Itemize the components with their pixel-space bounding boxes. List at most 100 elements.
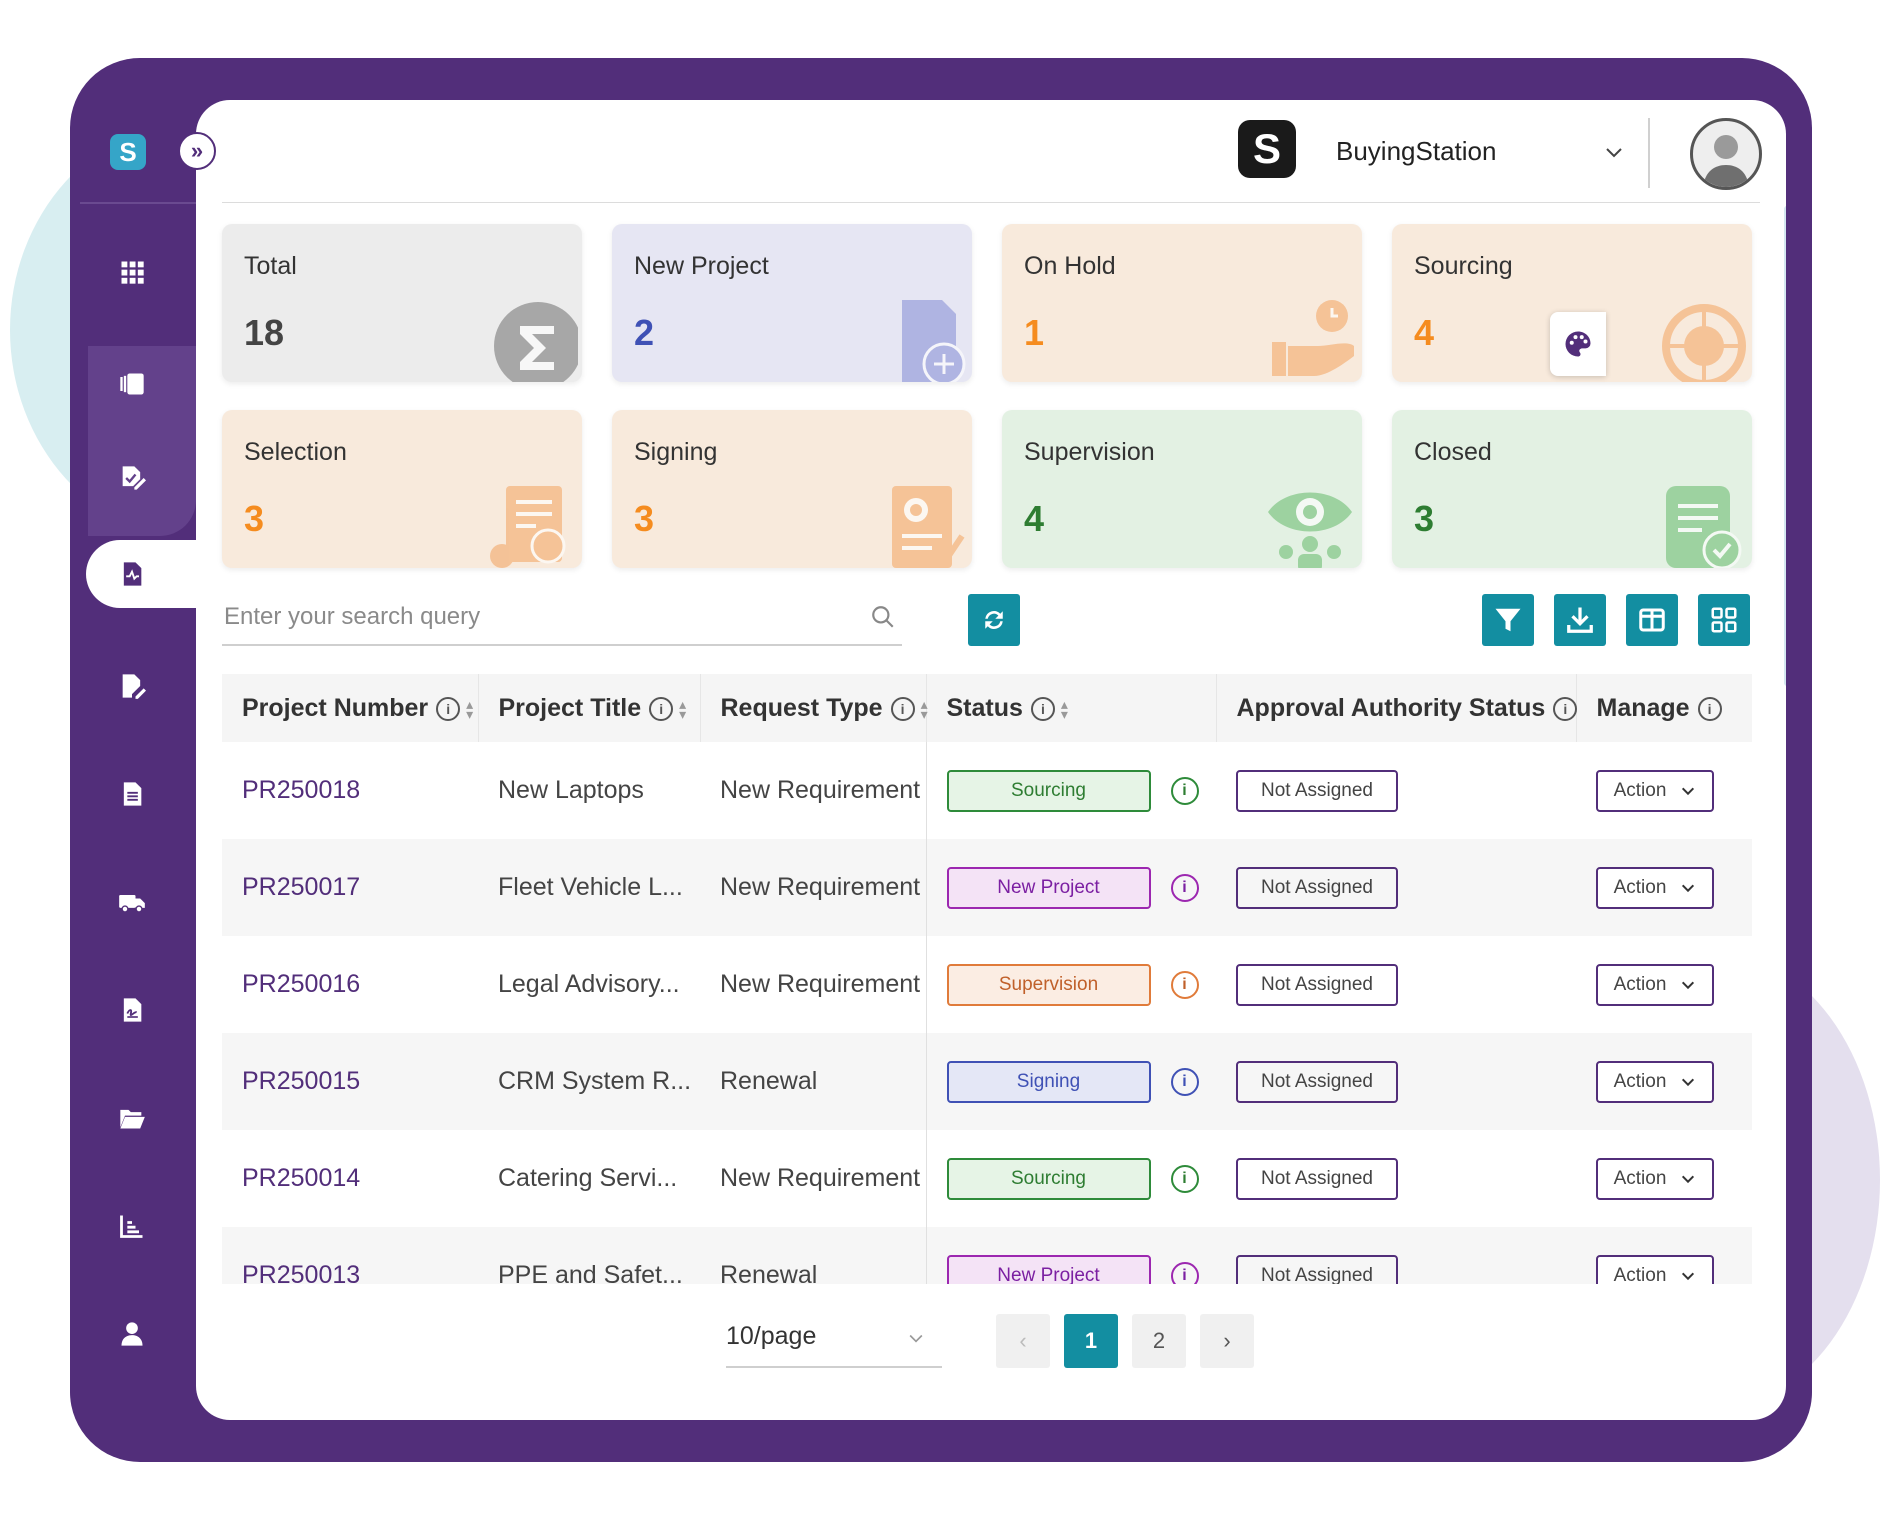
project-number-cell[interactable]: PR250013	[222, 1227, 478, 1284]
download-icon	[1567, 607, 1593, 633]
contract-gear-icon	[892, 486, 965, 568]
action-dropdown-button[interactable]: Action	[1596, 769, 1714, 812]
project-title-cell: New Laptops	[498, 776, 644, 804]
search-icon[interactable]	[870, 604, 896, 630]
table-row[interactable]: PR250018 New Laptops New Requirement Sourci…	[222, 742, 1752, 839]
column-header-status[interactable]: Status i ▴ ▾	[926, 674, 1217, 742]
request-type-cell: Renewal	[700, 1227, 926, 1284]
stat-card-total[interactable]: Total 18	[222, 224, 582, 382]
action-dropdown-button[interactable]: Action	[1596, 1060, 1714, 1103]
card-value: 4	[1024, 498, 1045, 539]
workspace-selector[interactable]: BuyingStation	[1336, 136, 1496, 167]
action-dropdown-button[interactable]: Action	[1596, 1254, 1714, 1284]
sort-icon: ▴ ▾	[466, 695, 474, 722]
download-button[interactable]	[1554, 594, 1606, 646]
table-row[interactable]: PR250016 Legal Advisory... New Requirement…	[222, 936, 1752, 1033]
user-icon[interactable]	[112, 1314, 152, 1354]
approval-status-badge: Not Assigned	[1236, 1060, 1398, 1103]
table-row[interactable]: PR250013 PPE and Safet... Renewal New Proje…	[222, 1227, 1752, 1284]
status-info-icon[interactable]: i	[1170, 970, 1199, 999]
approval-status-badge: Not Assigned	[1236, 1254, 1398, 1284]
approval-status-cell: Not Assigned	[1216, 1130, 1576, 1227]
table-body: PR250018 New Laptops New Requirement Sourci…	[222, 742, 1752, 1284]
manage-cell: Action	[1576, 936, 1752, 1033]
stat-card-supervision[interactable]: Supervision 4	[1002, 410, 1362, 568]
chevron-down-icon	[909, 1334, 923, 1343]
sidebar-collapse-button[interactable]: »	[178, 132, 216, 170]
column-header-manage[interactable]: Manage i	[1576, 674, 1752, 742]
status-info-icon[interactable]: i	[1170, 873, 1199, 902]
sort-icon: ▴ ▾	[679, 695, 687, 722]
status-badge: Sourcing	[946, 1157, 1151, 1200]
file-text-icon[interactable]	[112, 774, 152, 814]
project-number-cell[interactable]: PR250016	[222, 936, 478, 1033]
truck-icon[interactable]	[112, 882, 152, 922]
refresh-button[interactable]	[968, 594, 1020, 646]
action-dropdown-button[interactable]: Action	[1596, 963, 1714, 1006]
app-logo[interactable]: S	[110, 134, 146, 170]
approval-status-badge: Not Assigned	[1236, 769, 1398, 812]
project-number-cell[interactable]: PR250017	[222, 839, 478, 936]
chart-icon[interactable]	[112, 1206, 152, 1246]
stat-card-selection[interactable]: Selection 3	[222, 410, 582, 568]
theme-palette-button[interactable]	[1550, 312, 1606, 376]
folder-open-icon[interactable]	[112, 1098, 152, 1138]
project-number-cell[interactable]: PR250018	[222, 742, 478, 839]
page-1-button[interactable]: 1	[1064, 1314, 1118, 1368]
status-info-icon[interactable]: i	[1170, 1164, 1199, 1193]
pulse-document-icon[interactable]	[112, 554, 152, 594]
action-dropdown-button[interactable]: Action	[1596, 1157, 1714, 1200]
column-header-approval-authority-status[interactable]: Approval Authority Status i	[1216, 674, 1578, 742]
prev-page-button[interactable]: ‹	[996, 1314, 1050, 1368]
chevron-down-icon[interactable]	[1602, 140, 1626, 164]
status-cell: New Project i	[925, 1227, 1216, 1284]
card-value: 2	[634, 312, 655, 353]
column-header-project-number[interactable]: Project Number i ▴ ▾	[222, 674, 479, 742]
project-number-cell[interactable]: PR250015	[222, 1033, 478, 1130]
card-value: 3	[634, 498, 655, 539]
project-number-cell[interactable]: PR250014	[222, 1130, 478, 1227]
table-row[interactable]: PR250014 Catering Servi... New Requirement…	[222, 1130, 1752, 1227]
column-header-project-title[interactable]: Project Title i ▴ ▾	[478, 674, 701, 742]
table-row[interactable]: PR250015 CRM System R... Renewal Signing i No…	[222, 1033, 1752, 1130]
column-header-request-type[interactable]: Request Type i ▴ ▾	[700, 674, 928, 742]
approval-status-cell: Not Assigned	[1216, 936, 1576, 1033]
avatar[interactable]	[1690, 118, 1762, 190]
apps-grid-icon[interactable]	[112, 252, 152, 292]
main-panel: S BuyingStation Total 18 New Project 2 O…	[196, 100, 1786, 1420]
filter-button[interactable]	[1482, 594, 1534, 646]
edit-document-icon[interactable]	[112, 458, 152, 498]
page-size-select[interactable]: 10/page	[726, 1310, 942, 1368]
columns-button[interactable]	[1626, 594, 1678, 646]
sigma-icon	[494, 302, 578, 382]
stat-card-on-hold[interactable]: On Hold 1	[1002, 224, 1362, 382]
status-cell: New Project i	[925, 839, 1216, 936]
status-info-icon[interactable]: i	[1170, 1067, 1199, 1096]
chevron-down-icon	[1682, 1078, 1695, 1086]
sort-icon: ▴ ▾	[1060, 695, 1068, 722]
status-cell: Sourcing i	[925, 1130, 1216, 1227]
pagination: 10/page ‹ 1 2 ›	[196, 1310, 1786, 1370]
project-title-cell: PPE and Safet...	[478, 1227, 700, 1284]
action-dropdown-button[interactable]: Action	[1596, 866, 1714, 909]
table-row[interactable]: PR250017 Fleet Vehicle L... New Requiremen…	[222, 839, 1752, 936]
file-edit-icon[interactable]	[112, 666, 152, 706]
vertical-scrollbar[interactable]	[1784, 206, 1786, 686]
dashboard-panel-icon[interactable]	[112, 364, 152, 404]
doc-check-icon	[1666, 486, 1742, 568]
stat-card-signing[interactable]: Signing 3	[612, 410, 972, 568]
page-2-button[interactable]: 2	[1132, 1314, 1186, 1368]
status-badge: Sourcing	[946, 769, 1151, 812]
signature-document-icon[interactable]	[112, 990, 152, 1030]
approval-status-cell: Not Assigned	[1216, 839, 1576, 936]
status-info-icon[interactable]: i	[1170, 1261, 1199, 1284]
info-icon: i	[890, 696, 915, 721]
status-info-icon[interactable]: i	[1170, 776, 1199, 805]
grid-view-button[interactable]	[1698, 594, 1750, 646]
next-page-button[interactable]: ›	[1200, 1314, 1254, 1368]
projects-table: Project Number i ▴ ▾ Project Title i ▴ ▾ Reque…	[222, 674, 1752, 1284]
search-input[interactable]	[222, 592, 826, 642]
card-label: Closed	[1414, 438, 1492, 466]
stat-card-closed[interactable]: Closed 3	[1392, 410, 1752, 568]
stat-card-new-project[interactable]: New Project 2	[612, 224, 972, 382]
